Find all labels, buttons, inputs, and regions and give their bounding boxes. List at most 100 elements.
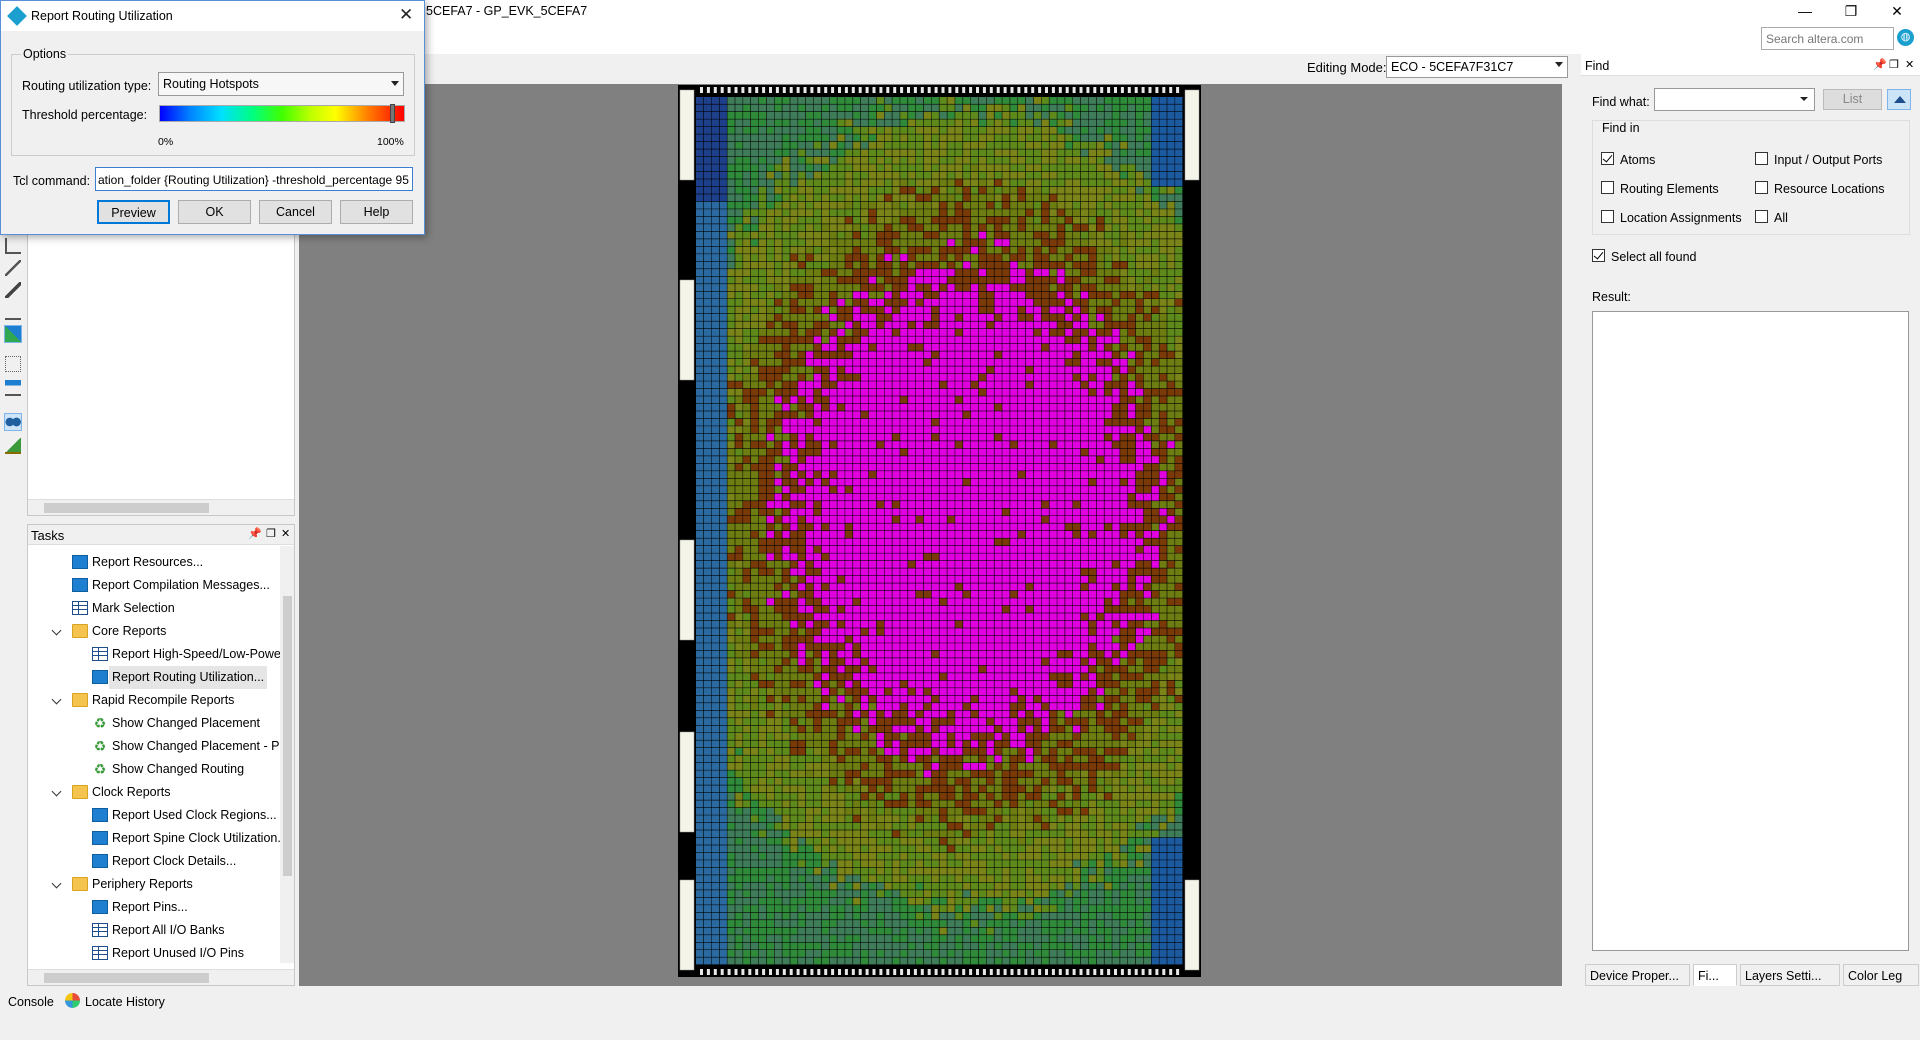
options-title: Options bbox=[21, 47, 69, 61]
task-item[interactable]: Report Used Clock Regions... bbox=[28, 804, 278, 827]
locate-history-icon bbox=[65, 993, 80, 1008]
recycle-icon: ♻ bbox=[93, 715, 107, 731]
vertical-scrollbar[interactable] bbox=[1562, 84, 1577, 986]
io-ports-checkbox[interactable] bbox=[1755, 152, 1768, 165]
task-label: Report All I/O Banks bbox=[112, 923, 225, 937]
tab-layers-settings[interactable]: Layers Setti... bbox=[1740, 964, 1840, 986]
task-item[interactable]: ♻ Show Changed Placement bbox=[28, 712, 278, 735]
all-checkbox[interactable] bbox=[1755, 210, 1768, 223]
recycle-icon: ♻ bbox=[93, 761, 107, 777]
task-item[interactable]: Report Pins... bbox=[28, 896, 278, 919]
globe-icon[interactable]: ◍ bbox=[1897, 29, 1914, 46]
scrollbar-thumb[interactable] bbox=[283, 596, 292, 876]
editing-mode-select[interactable]: ECO - 5CEFA7F31C7 bbox=[1386, 56, 1568, 78]
task-item[interactable]: Mark Selection bbox=[28, 597, 278, 620]
locate-history-tab[interactable]: Locate History bbox=[85, 995, 165, 1009]
close-icon[interactable]: ✕ bbox=[1905, 58, 1914, 71]
device-floorplan[interactable] bbox=[678, 85, 1201, 977]
report-icon bbox=[92, 900, 108, 914]
dialog-title-bar[interactable]: Report Routing Utilization ✕ bbox=[1, 1, 424, 31]
horizontal-scrollbar[interactable] bbox=[28, 499, 294, 515]
task-label: Report Compilation Messages... bbox=[92, 578, 270, 592]
zoom-tool-icon[interactable] bbox=[5, 356, 21, 372]
task-item[interactable]: ♻ Show Changed Placement - Pa bbox=[28, 735, 287, 758]
help-button[interactable]: Help bbox=[340, 200, 413, 224]
find-what-input[interactable] bbox=[1654, 88, 1815, 111]
threshold-slider[interactable] bbox=[159, 105, 405, 122]
report-icon bbox=[92, 854, 108, 868]
chevron-down-icon[interactable] bbox=[1800, 97, 1808, 101]
dialog-title: Report Routing Utilization bbox=[31, 9, 173, 23]
resource-locations-checkbox[interactable] bbox=[1755, 181, 1768, 194]
select-tool-icon[interactable] bbox=[5, 238, 21, 254]
select-all-found-checkbox[interactable] bbox=[1592, 249, 1605, 262]
float-icon[interactable]: ❐ bbox=[266, 527, 276, 540]
cancel-button[interactable]: Cancel bbox=[259, 200, 332, 224]
binoculars-icon[interactable] bbox=[4, 413, 22, 431]
pin-icon[interactable]: 📌 bbox=[248, 527, 262, 540]
scrollbar-thumb[interactable] bbox=[44, 973, 209, 983]
tree-folder[interactable]: Core Reports bbox=[28, 620, 278, 643]
task-item[interactable]: Report Unused I/O Pins bbox=[28, 942, 278, 965]
routing-utilization-icon[interactable] bbox=[4, 325, 22, 343]
chart-tool-icon[interactable] bbox=[5, 438, 21, 454]
task-item[interactable]: Report High-Speed/Low-Power bbox=[28, 643, 285, 666]
pen-tool-icon[interactable] bbox=[5, 260, 21, 276]
result-list[interactable] bbox=[1592, 311, 1909, 951]
tcl-command-field[interactable]: ation_folder {Routing Utilization} -thre… bbox=[95, 167, 413, 191]
tab-color-legend[interactable]: Color Leg bbox=[1843, 964, 1919, 986]
atoms-checkbox[interactable] bbox=[1601, 152, 1614, 165]
scrollbar-thumb[interactable] bbox=[44, 503, 209, 513]
collapse-button[interactable] bbox=[1887, 89, 1911, 110]
close-window-icon[interactable]: ✕ bbox=[1874, 0, 1920, 24]
vertical-scrollbar[interactable] bbox=[280, 546, 294, 963]
task-item[interactable]: Report Resources... bbox=[28, 551, 278, 574]
tab-device-properties[interactable]: Device Proper... bbox=[1585, 964, 1690, 986]
restore-window-icon[interactable]: ❐ bbox=[1828, 0, 1874, 24]
task-label: Show Changed Placement - Pa bbox=[112, 739, 287, 753]
task-item[interactable]: Report Spine Clock Utilization... bbox=[28, 827, 288, 850]
close-icon[interactable]: ✕ bbox=[281, 527, 290, 540]
layer-tool-icon[interactable] bbox=[5, 380, 21, 396]
task-label: Show Changed Routing bbox=[112, 762, 245, 776]
task-item[interactable]: Report All I/O Banks bbox=[28, 919, 278, 942]
tab-find[interactable]: Fi... bbox=[1693, 964, 1737, 986]
routing-elements-label: Routing Elements bbox=[1620, 182, 1719, 196]
table-icon bbox=[92, 923, 108, 937]
routing-elements-checkbox[interactable] bbox=[1601, 181, 1614, 194]
line-tool-icon[interactable] bbox=[5, 304, 21, 320]
atoms-label: Atoms bbox=[1620, 153, 1656, 167]
list-button[interactable]: List bbox=[1823, 89, 1882, 110]
select-all-found-label: Select all found bbox=[1611, 250, 1697, 264]
search-input[interactable]: Search altera.com bbox=[1761, 27, 1894, 50]
float-icon[interactable]: ❐ bbox=[1889, 58, 1899, 71]
hierarchy-panel[interactable] bbox=[27, 232, 295, 516]
tree-folder[interactable]: Periphery Reports bbox=[28, 873, 278, 896]
chevron-down-icon[interactable] bbox=[51, 625, 62, 636]
close-icon[interactable]: ✕ bbox=[399, 5, 413, 25]
chevron-down-icon[interactable] bbox=[51, 694, 62, 705]
chevron-down-icon[interactable] bbox=[51, 878, 62, 889]
ok-button[interactable]: OK bbox=[178, 200, 251, 224]
preview-button[interactable]: Preview bbox=[97, 200, 170, 224]
chevron-down-icon[interactable] bbox=[51, 786, 62, 797]
folder-icon bbox=[72, 785, 88, 799]
minimize-window-icon[interactable]: — bbox=[1782, 0, 1828, 24]
task-item[interactable]: ♻ Show Changed Routing bbox=[28, 758, 278, 781]
task-item[interactable]: Report Compilation Messages... bbox=[28, 574, 278, 597]
tree-folder[interactable]: Clock Reports bbox=[28, 781, 278, 804]
pin-icon[interactable]: 📌 bbox=[1873, 58, 1887, 71]
folder-icon bbox=[72, 693, 88, 707]
task-label: Periphery Reports bbox=[92, 877, 193, 891]
console-tab[interactable]: Console bbox=[8, 995, 54, 1009]
threshold-slider-thumb[interactable] bbox=[389, 104, 395, 123]
tree-folder[interactable]: Rapid Recompile Reports bbox=[28, 689, 278, 712]
routing-type-value: Routing Hotspots bbox=[163, 77, 259, 91]
routing-type-select[interactable]: Routing Hotspots bbox=[158, 72, 404, 96]
task-item[interactable]: Report Clock Details... bbox=[28, 850, 278, 873]
horizontal-scrollbar[interactable] bbox=[28, 969, 294, 985]
task-item[interactable]: Report Routing Utilization... bbox=[28, 666, 278, 689]
location-assignments-label: Location Assignments bbox=[1620, 211, 1742, 225]
route-tool-icon[interactable] bbox=[5, 282, 21, 298]
location-assignments-checkbox[interactable] bbox=[1601, 210, 1614, 223]
